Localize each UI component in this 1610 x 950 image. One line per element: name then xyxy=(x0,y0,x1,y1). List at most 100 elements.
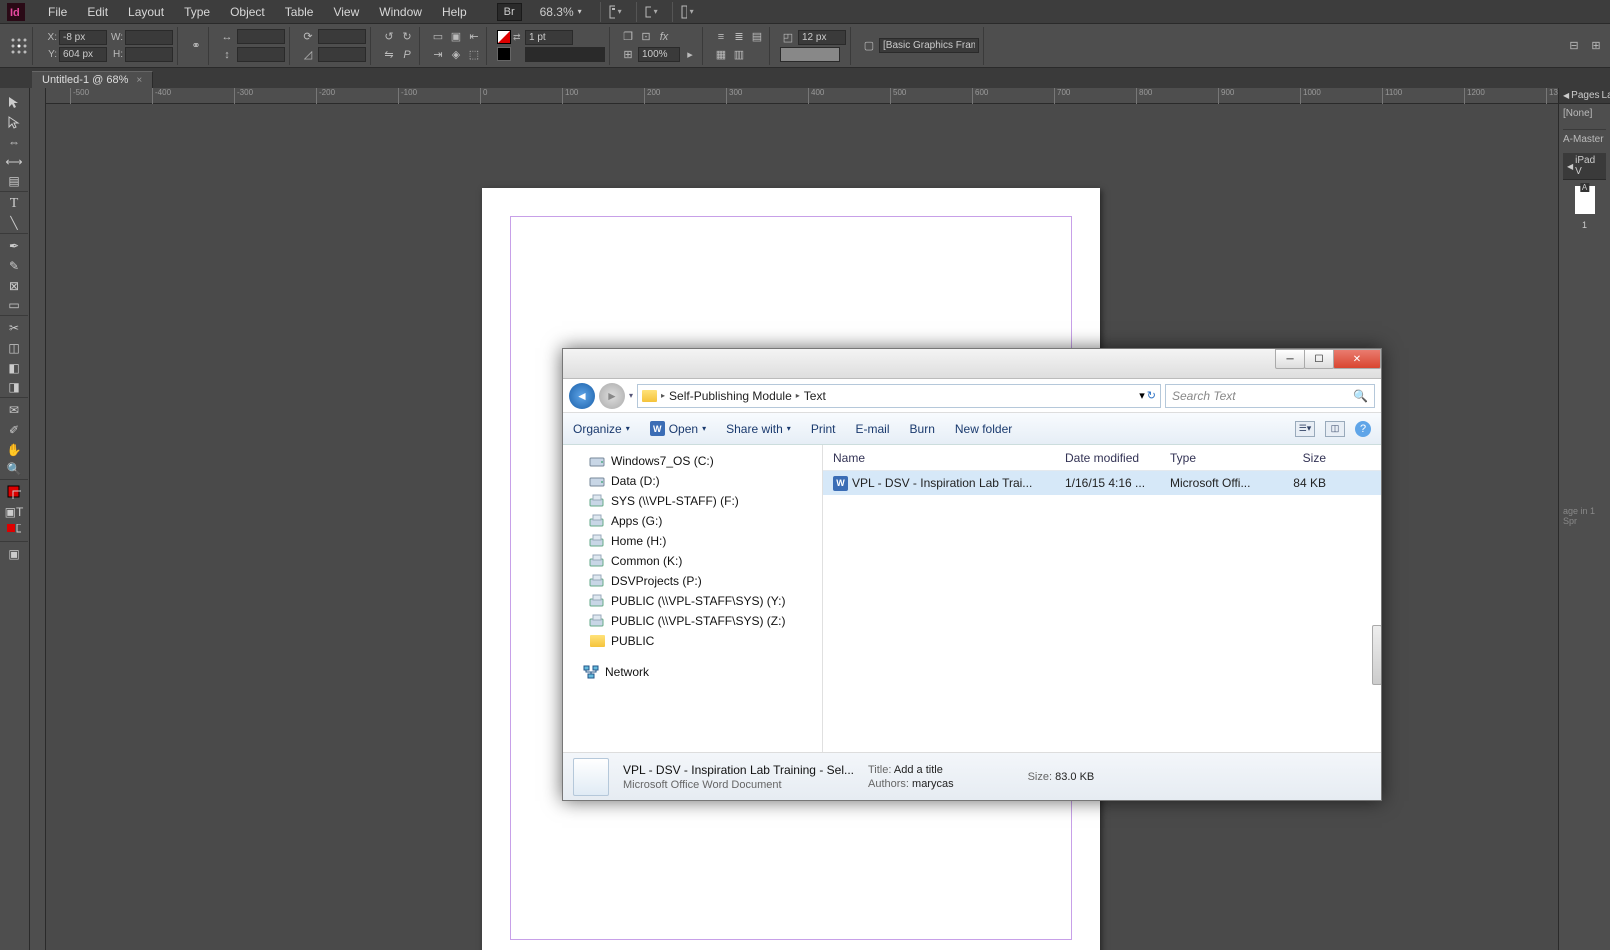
file-list[interactable]: Name Date modified Type Size WVPL - DSV … xyxy=(823,445,1381,752)
nav-item[interactable]: Data (D:) xyxy=(563,471,822,491)
burn-button[interactable]: Burn xyxy=(910,422,935,436)
panel-opt1-icon[interactable]: ⊟ xyxy=(1566,38,1582,54)
type-tool-icon[interactable]: T xyxy=(0,194,28,214)
nav-item[interactable]: DSVProjects (P:) xyxy=(563,571,822,591)
scale-y-input[interactable] xyxy=(237,47,285,62)
address-bar[interactable]: ▸Self-Publishing Module ▸Text ▾↻ xyxy=(637,384,1161,408)
content-collector-tool-icon[interactable]: ▤ xyxy=(0,172,28,192)
print-button[interactable]: Print xyxy=(811,422,836,436)
status-title[interactable]: Add a title xyxy=(894,764,943,776)
corner-icon[interactable]: ◰ xyxy=(780,29,796,45)
fit-content-icon[interactable]: ⊡ xyxy=(638,29,654,45)
fill-stroke-icon[interactable] xyxy=(0,482,28,502)
corner-shape-input[interactable] xyxy=(780,47,840,62)
new-folder-button[interactable]: New folder xyxy=(955,422,1012,436)
stroke-weight-input[interactable] xyxy=(525,30,573,45)
line-tool-icon[interactable]: ╲ xyxy=(0,214,28,234)
rotate-input[interactable] xyxy=(318,29,366,44)
page-tool-icon[interactable]: ⇔ xyxy=(0,132,28,152)
fx-icon[interactable]: fx xyxy=(656,29,672,45)
view-mode-icon[interactable]: ▣ xyxy=(0,544,28,564)
pages-panel-title[interactable]: Pages xyxy=(1571,90,1599,101)
pen-tool-icon[interactable]: ✒ xyxy=(0,236,28,256)
nav-item[interactable]: PUBLIC (\\VPL-STAFF\SYS) (Y:) xyxy=(563,591,822,611)
stroke-style-input[interactable] xyxy=(525,47,605,62)
wrap-none-icon[interactable]: ▤ xyxy=(749,29,765,45)
screen-mode-icon[interactable] xyxy=(636,2,662,22)
align-center-icon[interactable]: ≣ xyxy=(731,29,747,45)
y-input[interactable] xyxy=(59,47,107,62)
menu-layout[interactable]: Layout xyxy=(118,2,174,22)
navigation-pane[interactable]: Windows7_OS (C:)Data (D:)SYS (\\VPL-STAF… xyxy=(563,445,823,752)
auto-fit-icon[interactable]: ❐ xyxy=(620,29,636,45)
view-options-icon[interactable] xyxy=(600,2,626,22)
scale-x-input[interactable] xyxy=(237,29,285,44)
wrap-jump-icon[interactable]: ▥ xyxy=(731,47,747,63)
opacity-arrow-icon[interactable]: ▸ xyxy=(682,47,698,63)
master-a[interactable]: A-Master xyxy=(1563,129,1606,145)
search-icon[interactable]: 🔍 xyxy=(1353,389,1368,403)
selection-tool-icon[interactable] xyxy=(0,92,28,112)
maximize-button[interactable]: ☐ xyxy=(1304,349,1334,369)
flip-p-icon[interactable]: P xyxy=(399,47,415,63)
nav-item[interactable]: Home (H:) xyxy=(563,531,822,551)
object-style-input[interactable] xyxy=(879,38,979,53)
center-content-icon[interactable]: ⊞ xyxy=(620,47,636,63)
free-transform-tool-icon[interactable]: ◫ xyxy=(0,338,28,358)
organize-button[interactable]: Organize▾ xyxy=(573,422,630,436)
back-button[interactable]: ◄ xyxy=(569,383,595,409)
fill-swatch[interactable] xyxy=(497,30,511,44)
nav-item[interactable]: PUBLIC (\\VPL-STAFF\SYS) (Z:) xyxy=(563,611,822,631)
frame-fit-icon[interactable]: ▢ xyxy=(861,38,877,54)
nav-item[interactable]: Common (K:) xyxy=(563,551,822,571)
sel-frame-icon[interactable]: ⬚ xyxy=(466,47,482,63)
nav-item[interactable]: SYS (\\VPL-STAFF) (F:) xyxy=(563,491,822,511)
forward-button[interactable]: ► xyxy=(599,383,625,409)
email-button[interactable]: E-mail xyxy=(856,422,890,436)
rectangle-tool-icon[interactable]: ▭ xyxy=(0,296,28,316)
rotate-ccw-icon[interactable]: ↺ xyxy=(381,29,397,45)
master-none[interactable]: [None] xyxy=(1563,108,1606,119)
nav-network[interactable]: Network xyxy=(563,651,822,682)
rotate-cw-icon[interactable]: ↻ xyxy=(399,29,415,45)
menu-table[interactable]: Table xyxy=(275,2,324,22)
gradient-swatch-tool-icon[interactable]: ◧ xyxy=(0,358,28,378)
sel-next-icon[interactable]: ⇥ xyxy=(430,47,446,63)
menu-window[interactable]: Window xyxy=(369,2,432,22)
vertical-ruler[interactable] xyxy=(30,88,46,950)
col-size[interactable]: Size xyxy=(1268,451,1336,465)
minimize-button[interactable]: ─ xyxy=(1275,349,1305,369)
status-authors[interactable]: marycas xyxy=(912,778,954,790)
nav-item[interactable]: PUBLIC xyxy=(563,631,822,651)
close-button[interactable]: ✕ xyxy=(1333,349,1381,369)
page-thumbnail[interactable]: A xyxy=(1575,186,1595,214)
open-button[interactable]: WOpen▾ xyxy=(650,421,706,436)
breadcrumb-seg-0[interactable]: Self-Publishing Module xyxy=(669,389,792,403)
dialog-titlebar[interactable]: ─ ☐ ✕ xyxy=(563,349,1381,379)
document-tab[interactable]: Untitled-1 @ 68% × xyxy=(32,71,153,88)
layout-ipad[interactable]: iPad V xyxy=(1575,155,1602,177)
preview-pane-icon[interactable]: ◫ xyxy=(1325,421,1345,437)
sel-container-icon[interactable]: ▭ xyxy=(430,29,446,45)
scissors-tool-icon[interactable]: ✂ xyxy=(0,318,28,338)
wrap-around-icon[interactable]: ▦ xyxy=(713,47,729,63)
breadcrumb-seg-1[interactable]: Text xyxy=(804,389,826,403)
rectangle-frame-tool-icon[interactable]: ⊠ xyxy=(0,276,28,296)
refresh-icon[interactable]: ↻ xyxy=(1147,389,1156,402)
note-tool-icon[interactable]: ✉ xyxy=(0,400,28,420)
pencil-tool-icon[interactable]: ✎ xyxy=(0,256,28,276)
w-input[interactable] xyxy=(125,30,173,45)
share-button[interactable]: Share with▾ xyxy=(726,422,791,436)
menu-object[interactable]: Object xyxy=(220,2,275,22)
corner-input[interactable] xyxy=(798,30,846,45)
zoom-level-dropdown[interactable]: 68.3% xyxy=(532,3,590,21)
swap-icon[interactable]: ⇄ xyxy=(513,32,523,43)
menu-type[interactable]: Type xyxy=(174,2,220,22)
gradient-feather-tool-icon[interactable]: ◨ xyxy=(0,378,28,398)
col-name[interactable]: Name xyxy=(823,451,1055,465)
align-left-icon[interactable]: ≡ xyxy=(713,29,729,45)
menu-edit[interactable]: Edit xyxy=(77,2,118,22)
format-container-icon[interactable]: ▣T xyxy=(0,502,28,522)
link-icon[interactable]: ⚭ xyxy=(188,38,204,54)
direct-selection-tool-icon[interactable] xyxy=(0,112,28,132)
